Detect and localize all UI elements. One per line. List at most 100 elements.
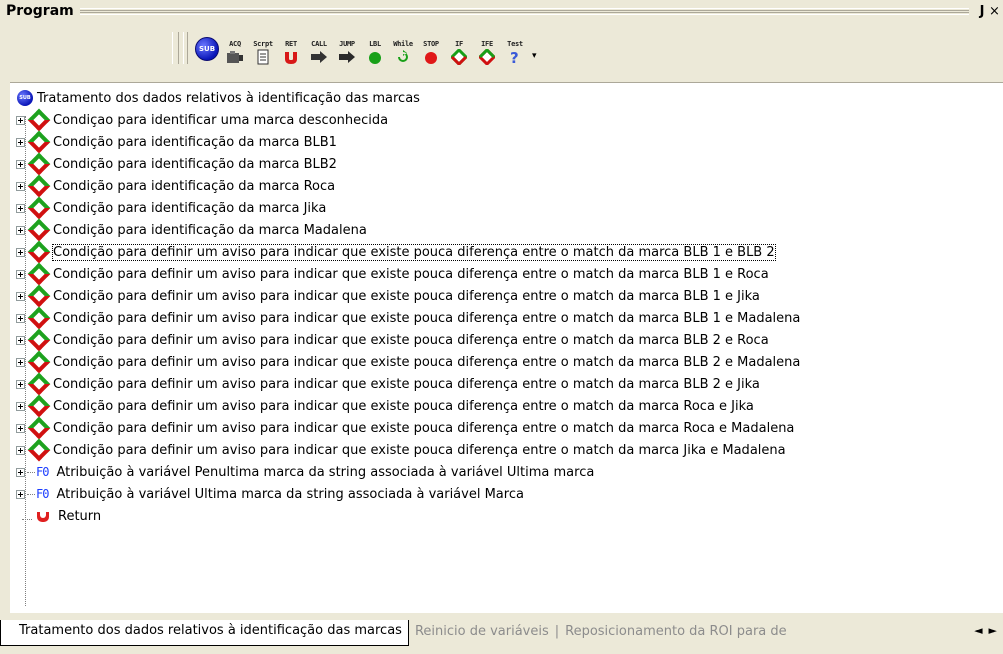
- expand-icon[interactable]: [16, 401, 25, 411]
- tree-connector: [27, 493, 35, 495]
- tree-row-label: Return: [58, 508, 102, 524]
- toolbar-button-ret[interactable]: RET: [278, 31, 304, 65]
- expand-icon[interactable]: [16, 181, 25, 191]
- toolbar-button-label: Test: [507, 40, 523, 48]
- tree-row-condition[interactable]: Condição para definir um aviso para indi…: [10, 394, 754, 418]
- expand-icon[interactable]: [16, 159, 25, 169]
- tree-row-condition[interactable]: Condição para definir um aviso para indi…: [10, 328, 769, 352]
- camera-icon: [225, 49, 245, 65]
- tree-row-return[interactable]: Return: [10, 505, 101, 527]
- toolbar-button-label: IFE: [481, 40, 493, 48]
- expand-icon[interactable]: [16, 357, 25, 367]
- condition-diamond-icon: [27, 108, 51, 132]
- tree-row-condition[interactable]: Condição para definir um aviso para indi…: [10, 416, 794, 440]
- toolbar-button-acq[interactable]: ACQ: [222, 31, 248, 65]
- tree-row-condition[interactable]: Condição para identificação da marca BLB…: [10, 130, 337, 154]
- tree-row-condition[interactable]: Condição para definir um aviso para indi…: [10, 350, 801, 374]
- if-diamond-icon: [449, 49, 469, 65]
- script-icon: [253, 49, 273, 65]
- program-tree[interactable]: SUB Tratamento dos dados relativos à ide…: [10, 82, 1003, 613]
- tree-row-label: Condição para definir um aviso para indi…: [53, 310, 801, 326]
- expand-icon[interactable]: [16, 379, 25, 389]
- tree-row-condition[interactable]: Condição para definir um aviso para indi…: [10, 372, 760, 396]
- tree-row-label: Condição para identificação da marca Jik…: [53, 200, 327, 216]
- tree-row-condition[interactable]: Condição para identificação da marca Roc…: [10, 174, 336, 198]
- tree-row-label: Condição para definir um aviso para indi…: [53, 398, 754, 414]
- function-icon: F0: [36, 487, 49, 501]
- toolbar-button-jump[interactable]: JUMP: [334, 31, 360, 65]
- question-icon: ?: [505, 49, 525, 65]
- tree-row-condition[interactable]: Condição para identificação da marca BLB…: [10, 152, 337, 176]
- expand-icon[interactable]: [16, 291, 25, 301]
- tree-row-label: Condição para identificação da marca Mad…: [53, 222, 367, 238]
- return-icon: [281, 49, 301, 65]
- expand-icon[interactable]: [16, 115, 25, 125]
- panel-title: Program: [6, 3, 74, 19]
- tree-row-label: Atribuição à variável Penultima marca da…: [56, 464, 595, 480]
- tree-row-label: Condição para definir um aviso para indi…: [53, 332, 769, 348]
- expand-icon[interactable]: [16, 313, 25, 323]
- tab-reinicio[interactable]: Reinicio de variáveis: [409, 620, 555, 643]
- condition-diamond-icon: [27, 262, 51, 286]
- tree-row-assignment[interactable]: F0 Atribuição à variável Ultima marca da …: [10, 483, 524, 505]
- toolbar-button-lbl[interactable]: LBL: [362, 31, 388, 65]
- tree-row-label: Condição para definir um aviso para indi…: [53, 354, 801, 370]
- tree-row-assignment[interactable]: F0 Atribuição à variável Penultima marca …: [10, 461, 594, 483]
- condition-diamond-icon: [27, 174, 51, 198]
- expand-icon[interactable]: [16, 445, 25, 455]
- toolbar-button-ife[interactable]: IFE: [474, 31, 500, 65]
- toolbar-button-scrpt[interactable]: Scrpt: [250, 31, 276, 65]
- tree-row-condition[interactable]: Condição para definir um aviso para indi…: [10, 262, 769, 286]
- condition-diamond-icon: [27, 218, 51, 242]
- tab-next-icon[interactable]: ►: [989, 624, 997, 637]
- tree-row-label: Condição para definir um aviso para indi…: [52, 243, 776, 261]
- toolbar-overflow-dropdown[interactable]: ▾: [532, 51, 537, 61]
- tree-row-condition[interactable]: Condição para definir um aviso para indi…: [10, 438, 786, 462]
- jump-arrow-icon: [337, 49, 357, 65]
- tab-active[interactable]: Tratamento dos dados relativos à identif…: [0, 620, 409, 646]
- tree-row-condition[interactable]: Condição para definir um aviso para indi…: [10, 240, 776, 264]
- expand-icon[interactable]: [16, 247, 25, 257]
- tree-row-label: Condição para identificação da marca Roc…: [53, 178, 336, 194]
- expand-icon[interactable]: [16, 203, 25, 213]
- condition-diamond-icon: [27, 350, 51, 374]
- expand-icon[interactable]: [16, 137, 25, 147]
- expand-icon[interactable]: [16, 335, 25, 345]
- expand-icon[interactable]: [16, 489, 25, 499]
- toolbar-grip[interactable]: [172, 32, 179, 64]
- toolbar-button-label: Scrpt: [253, 40, 273, 48]
- expand-icon[interactable]: [16, 269, 25, 279]
- tree-row-label: Condição para identificação da marca BLB…: [53, 156, 337, 172]
- expand-icon[interactable]: [16, 467, 25, 477]
- condition-diamond-icon: [27, 196, 51, 220]
- pin-icon[interactable]: J: [975, 4, 989, 19]
- tree-connector: [27, 471, 35, 473]
- tab-prev-icon[interactable]: ◄: [974, 624, 982, 637]
- panel-titlebar: Program J ×: [0, 0, 1003, 22]
- toolbar-button-label: LBL: [369, 40, 381, 48]
- tree-row-condition[interactable]: Condição para identificação da marca Mad…: [10, 218, 367, 242]
- expand-icon[interactable]: [16, 423, 25, 433]
- tab-navigation: ◄ ►: [974, 620, 1003, 637]
- sub-icon: SUB: [195, 37, 219, 61]
- expand-icon[interactable]: [16, 225, 25, 235]
- tree-row-condition[interactable]: Condição para definir um aviso para indi…: [10, 284, 760, 308]
- tree-row-label: Condição para definir um aviso para indi…: [53, 266, 769, 282]
- toolbar-button-test[interactable]: Test?: [502, 31, 528, 65]
- tree-root-label: Tratamento dos dados relativos à identif…: [37, 90, 420, 106]
- toolbar-button-stop[interactable]: STOP: [418, 31, 444, 65]
- close-icon[interactable]: ×: [989, 4, 1003, 19]
- toolbar-button-call[interactable]: CALL: [306, 31, 332, 65]
- tree-row-condition[interactable]: Condição para identificação da marca Jik…: [10, 196, 327, 220]
- tree-row-condition[interactable]: Condição para definir um aviso para indi…: [10, 306, 801, 330]
- tree-root[interactable]: SUB Tratamento dos dados relativos à ide…: [10, 87, 420, 109]
- toolbar-button-if[interactable]: IF: [446, 31, 472, 65]
- condition-diamond-icon: [27, 394, 51, 418]
- ife-diamond-icon: [477, 49, 497, 65]
- toolbar-button-while[interactable]: While: [390, 31, 416, 65]
- tree-row-condition[interactable]: Condiçao para identificar uma marca desc…: [10, 108, 388, 132]
- toolbar-button-label: STOP: [423, 40, 439, 48]
- toolbar-button-sub[interactable]: SUB: [194, 31, 220, 65]
- tree-connector: [16, 509, 34, 524]
- tab-reposicionamento[interactable]: Reposicionamento da ROI para de: [559, 620, 793, 643]
